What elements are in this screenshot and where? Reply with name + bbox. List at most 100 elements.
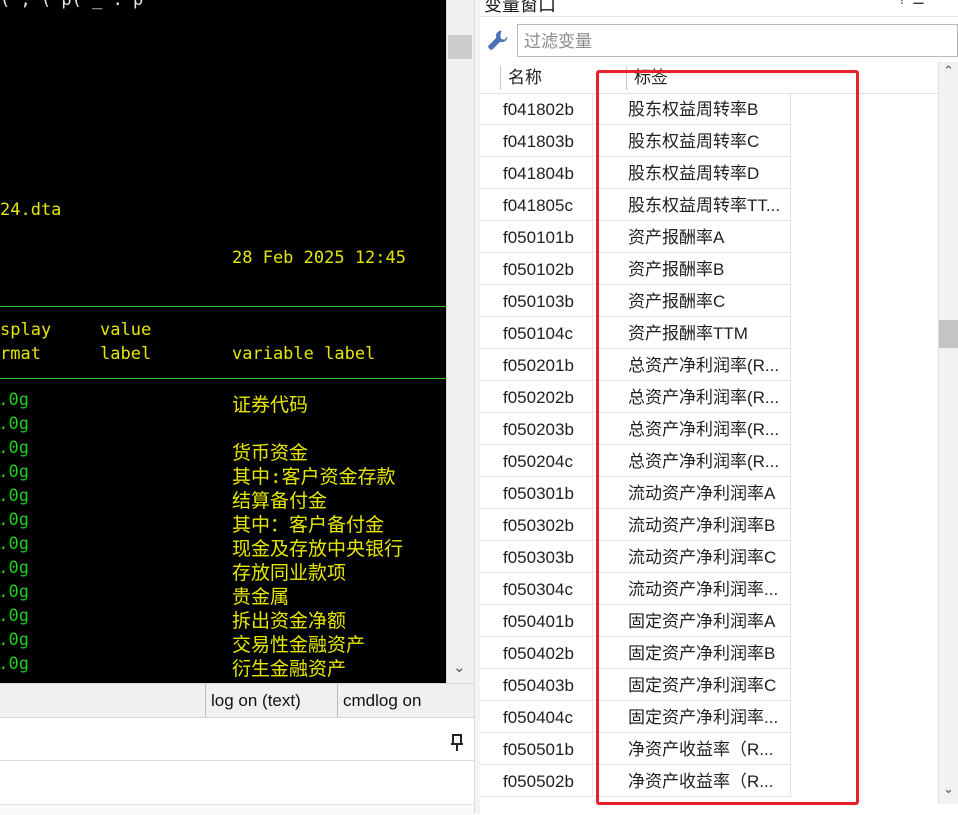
result-row-label: 现金及存放中央银行	[232, 538, 404, 560]
result-row-format: 9.0g	[0, 462, 29, 482]
result-row-label: 货币资金	[232, 442, 309, 464]
variable-row[interactable]: f050304c 流动资产净利润率...	[480, 574, 938, 606]
variable-row[interactable]: f041805c 股东权益周转率TT...	[480, 190, 938, 222]
variables-scroll-thumb[interactable]	[939, 320, 958, 348]
variable-label: 固定资产净利润率C	[594, 670, 791, 701]
variable-label: 资产报酬率A	[594, 222, 791, 253]
variable-label: 总资产净利润率(R...	[594, 414, 791, 445]
variable-label: 流动资产净利润率C	[594, 542, 791, 573]
command-panel[interactable]	[0, 717, 474, 815]
variable-row[interactable]: f041803b 股东权益周转率C	[480, 126, 938, 158]
log-status[interactable]: log on (text)	[205, 684, 339, 717]
column-header-name[interactable]: 名称	[508, 62, 542, 93]
scroll-down-icon[interactable]: ⌄	[943, 782, 954, 797]
variable-label: 流动资产净利润率A	[594, 478, 791, 509]
variable-label: 总资产净利润率(R...	[594, 382, 791, 413]
variable-row[interactable]: f050403b 固定资产净利润率C	[480, 670, 938, 702]
result-row-format: 9.0g	[0, 582, 29, 602]
scroll-down-icon[interactable]: ⌄	[453, 658, 466, 676]
variable-row[interactable]: f050301b 流动资产净利润率A	[480, 478, 938, 510]
variable-name: f050102b	[480, 254, 593, 285]
variable-name: f050302b	[480, 510, 593, 541]
result-row-label: 衍生金融资产	[232, 658, 347, 680]
variable-row[interactable]: f050201b 总资产净利润率(R...	[480, 350, 938, 382]
variables-scrollbar[interactable]: ⌃ ⌄	[938, 62, 958, 804]
results-timestamp: 28 Feb 2025 12:45	[232, 248, 406, 268]
variable-name: f050202b	[480, 382, 593, 413]
variables-table: 名称 标签 f041802b 股东权益周转率B f041803b 股东权益周转率C f0…	[480, 62, 958, 800]
variables-panel-title: 变量窗口	[484, 0, 556, 15]
header-separator[interactable]	[626, 66, 627, 90]
variable-row[interactable]: f050404c 固定资产净利润率...	[480, 702, 938, 734]
wrench-icon[interactable]	[486, 28, 512, 54]
variable-row[interactable]: f050302b 流动资产净利润率B	[480, 510, 938, 542]
variable-label: 净资产收益率（R...	[594, 766, 791, 797]
variable-row[interactable]: f050203b 总资产净利润率(R...	[480, 414, 938, 446]
variable-row[interactable]: f050303b 流动资产净利润率C	[480, 542, 938, 574]
variable-row[interactable]: f050104c 资产报酬率TTM	[480, 318, 938, 350]
variable-row[interactable]: f041802b 股东权益周转率B	[480, 94, 938, 126]
result-row-format: 9.0g	[0, 486, 29, 506]
variable-label: 资产报酬率B	[594, 254, 791, 285]
variable-row[interactable]: f050401b 固定资产净利润率A	[480, 606, 938, 638]
filter-box[interactable]	[517, 24, 958, 58]
results-divider-top	[0, 306, 446, 307]
variable-row[interactable]: f050103b 资产报酬率C	[480, 286, 938, 318]
results-scrollbar[interactable]: ⌄	[446, 0, 474, 683]
result-row-format: 9.0g	[0, 630, 29, 650]
status-bar: log on (text) cmdlog on	[0, 683, 474, 717]
variable-label: 固定资产净利润率...	[594, 702, 791, 733]
filter-variables-input[interactable]	[518, 25, 946, 58]
variable-name: f041803b	[480, 126, 593, 157]
header-variable-label: variable label	[232, 344, 376, 364]
table-header: 名称 标签	[480, 62, 938, 94]
variable-name: f050303b	[480, 542, 593, 573]
variable-name: f050301b	[480, 478, 593, 509]
variable-row[interactable]: f041804b 股东权益周转率D	[480, 158, 938, 190]
variable-row[interactable]: f050102b 资产报酬率B	[480, 254, 938, 286]
variable-name: f050402b	[480, 638, 593, 669]
variable-row[interactable]: f050204c 总资产净利润率(R...	[480, 446, 938, 478]
header-display-1: splay	[0, 320, 52, 340]
result-row-format: 9.0g	[0, 390, 29, 410]
variable-label: 总资产净利润率(R...	[594, 350, 791, 381]
variable-name: f050403b	[480, 670, 593, 701]
result-row-format: 9.0g	[0, 654, 29, 674]
variable-name: f041804b	[480, 158, 593, 189]
results-window[interactable]: ( , ( p( _ . p 24.dta 28 Feb 2025 12:45 …	[0, 0, 446, 683]
header-display-2: rmat	[0, 344, 41, 364]
result-row-label: 其中：客户备付金	[232, 514, 385, 536]
variable-row[interactable]: f050101b 资产报酬率A	[480, 222, 938, 254]
variable-name: f050103b	[480, 286, 593, 317]
result-row-label: 贵金属	[232, 586, 290, 608]
variable-row[interactable]: f050202b 总资产净利润率(R...	[480, 382, 938, 414]
command-input-strip[interactable]	[0, 804, 474, 815]
header-value-2: label	[100, 344, 152, 364]
variable-row[interactable]: f050502b 净资产收益率（R...	[480, 766, 938, 798]
cmdlog-status[interactable]: cmdlog on	[337, 684, 471, 717]
variable-name: f041805c	[480, 190, 593, 221]
result-row-label: 证券代码	[232, 394, 309, 416]
pin-icon[interactable]	[450, 734, 464, 756]
variable-row[interactable]: f050501b 净资产收益率（R...	[480, 734, 938, 766]
result-row-format: 9.0g	[0, 510, 29, 530]
variable-name: f050204c	[480, 446, 593, 477]
variable-name: f050304c	[480, 574, 593, 605]
result-row-label: 存放同业款项	[232, 562, 347, 584]
variable-label: 流动资产净利润率...	[594, 574, 791, 605]
variable-row[interactable]: f050402b 固定资产净利润率B	[480, 638, 938, 670]
scroll-up-icon[interactable]: ⌃	[943, 64, 954, 79]
result-row-format: 9.0g	[0, 534, 29, 554]
variable-label: 股东权益周转率D	[594, 158, 791, 189]
result-row-label: 交易性金融资产	[232, 634, 366, 656]
variables-panel: 变量窗口 ⇡ ⚊ 名称 标签 f041802b股东权益周转率Bf041803b股…	[480, 0, 958, 814]
panel-controls-icon[interactable]: ⇡ ⚊	[896, 0, 925, 8]
result-row-format: 9.0g	[0, 606, 29, 626]
results-scroll-thumb[interactable]	[448, 35, 472, 59]
variable-name: f050203b	[480, 414, 593, 445]
result-row-format: 9.0g	[0, 558, 29, 578]
variable-label: 资产报酬率TTM	[594, 318, 791, 349]
results-file-line: 24.dta	[0, 200, 62, 220]
header-value-1: value	[100, 320, 152, 340]
column-header-label[interactable]: 标签	[634, 62, 668, 93]
